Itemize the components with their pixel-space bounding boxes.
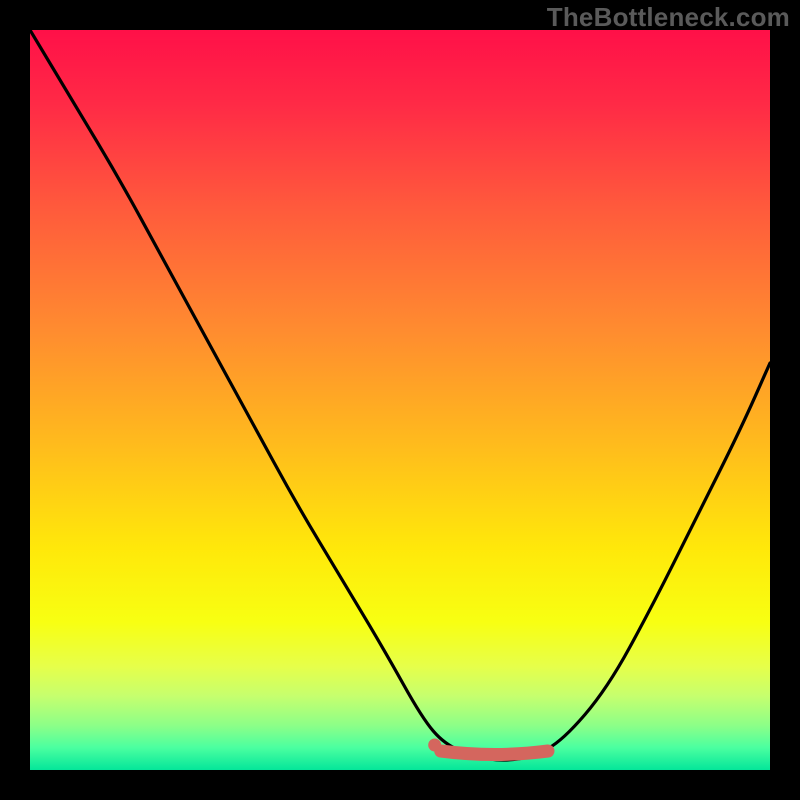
highlight-band — [441, 751, 548, 755]
chart-frame: TheBottleneck.com — [0, 0, 800, 800]
highlight-start-dot — [428, 739, 441, 752]
curve-layer — [30, 30, 770, 770]
watermark-text: TheBottleneck.com — [547, 2, 790, 33]
plot-area — [30, 30, 770, 770]
bottleneck-curve — [30, 30, 770, 760]
